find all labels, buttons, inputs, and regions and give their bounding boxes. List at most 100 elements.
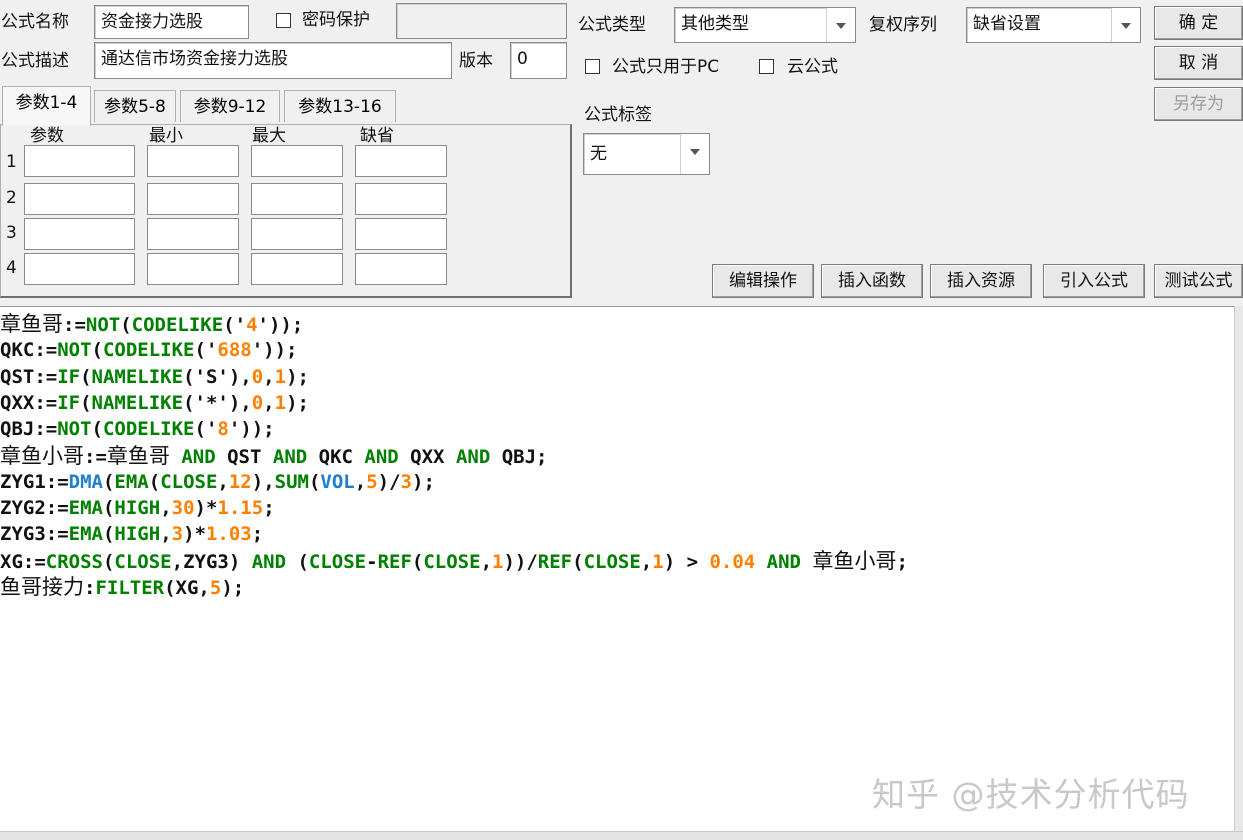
code-token: QXX:= xyxy=(0,391,58,414)
param-name-input[interactable] xyxy=(24,218,135,250)
code-token: ,ZYG3) xyxy=(171,550,252,573)
cloud-formula-checkbox[interactable] xyxy=(759,59,774,74)
version-label: 版本 xyxy=(459,51,493,71)
password-input[interactable] xyxy=(396,3,567,39)
code-token: CODELIKE xyxy=(102,339,195,362)
password-protect-checkbox[interactable] xyxy=(276,13,291,28)
chevron-down-icon[interactable] xyxy=(1111,8,1140,42)
tab-params-1-4[interactable]: 参数1-4 xyxy=(2,86,91,126)
chevron-down-icon[interactable] xyxy=(826,8,855,42)
formula-type-select[interactable]: 其他类型 xyxy=(674,7,856,43)
code-token: 章鱼小哥:=章鱼哥 xyxy=(0,443,170,468)
code-token: , xyxy=(160,523,172,546)
param-max-input[interactable] xyxy=(251,253,343,285)
code-token: CROSS xyxy=(45,550,103,573)
code-token: )/ xyxy=(377,470,401,493)
code-token: AND xyxy=(455,445,491,468)
param-default-input[interactable] xyxy=(355,218,447,250)
param-row-num: 1 xyxy=(6,152,17,172)
code-line: ZYG3:=EMA(HIGH,3)*1.03; xyxy=(0,521,263,547)
formula-desc-label: 公式描述 xyxy=(1,51,69,71)
code-token: SUM xyxy=(274,470,309,493)
tab-params-9-12[interactable]: 参数9-12 xyxy=(180,90,280,122)
version-input[interactable]: 0 xyxy=(510,42,567,79)
code-token: 0.04 xyxy=(709,550,756,573)
formula-name-input[interactable]: 资金接力选股 xyxy=(94,5,249,39)
password-protect-label: 密码保护 xyxy=(302,10,370,30)
code-token: (' xyxy=(223,314,247,336)
code-token: , xyxy=(160,497,172,520)
param-min-input[interactable] xyxy=(147,253,239,285)
code-token: NOT xyxy=(85,314,121,336)
code-token: 1 xyxy=(492,550,504,573)
code-token: ( xyxy=(80,391,92,414)
formula-code-editor[interactable]: 章鱼哥:=NOT(CODELIKE('4')); QKC:=NOT(CODELIK… xyxy=(0,306,1234,832)
code-token: AND xyxy=(364,445,399,468)
code-token: 3 xyxy=(400,470,412,493)
param-name-input[interactable] xyxy=(24,253,135,285)
code-token: QST:= xyxy=(0,365,58,388)
code-token: 1.03 xyxy=(205,523,252,546)
code-token: ); xyxy=(286,365,309,388)
code-token: ( xyxy=(102,523,115,546)
cancel-button[interactable]: 取 消 xyxy=(1154,46,1243,80)
param-min-input[interactable] xyxy=(147,218,239,250)
code-token: 1.15 xyxy=(217,497,264,520)
code-token: ( xyxy=(286,550,309,573)
formula-tag-value: 无 xyxy=(590,144,607,164)
param-default-input[interactable] xyxy=(355,145,447,177)
insert-resource-button[interactable]: 插入资源 xyxy=(930,264,1032,298)
param-col-min: 最小 xyxy=(149,126,183,146)
code-token: IF xyxy=(57,391,81,414)
param-default-input[interactable] xyxy=(355,183,447,215)
code-token: ))/ xyxy=(503,550,538,573)
editor-scrollbar[interactable] xyxy=(1234,306,1243,831)
save-as-button[interactable]: 另存为 xyxy=(1154,87,1243,121)
import-formula-button[interactable]: 引入公式 xyxy=(1043,264,1145,298)
rights-sequence-select[interactable]: 缺省设置 xyxy=(966,7,1141,43)
pc-only-checkbox[interactable] xyxy=(585,59,600,74)
param-max-input[interactable] xyxy=(251,145,343,177)
code-token: CLOSE xyxy=(308,550,367,573)
param-min-input[interactable] xyxy=(147,183,239,215)
formula-tag-select[interactable]: 无 xyxy=(583,133,710,175)
code-token: QKC xyxy=(307,445,365,468)
insert-function-button[interactable]: 插入函数 xyxy=(821,264,923,298)
code-token: REF xyxy=(537,550,573,573)
code-token: 3 xyxy=(171,523,184,546)
code-line: QKC:=NOT(CODELIKE('688')); xyxy=(0,337,297,363)
test-formula-button[interactable]: 测试公式 xyxy=(1154,264,1243,298)
edit-ops-button[interactable]: 编辑操作 xyxy=(712,264,814,298)
code-token: CLOSE xyxy=(114,550,172,573)
code-token: CODELIKE xyxy=(102,418,195,441)
code-token: 12 xyxy=(228,470,252,493)
code-line: 章鱼小哥:=章鱼哥 AND QST AND QKC AND QXX AND QB… xyxy=(0,443,547,470)
param-name-input[interactable] xyxy=(24,145,135,177)
code-token: ')); xyxy=(228,418,275,441)
code-token: NAMELIKE xyxy=(91,365,184,388)
tab-params-5-8[interactable]: 参数5-8 xyxy=(94,90,176,122)
formula-desc-input[interactable]: 通达信市场资金接力选股 xyxy=(94,42,452,79)
param-max-input[interactable] xyxy=(251,183,343,215)
code-token: CLOSE xyxy=(160,470,218,493)
param-default-input[interactable] xyxy=(355,253,447,285)
code-token: AND xyxy=(272,445,308,468)
code-token: ( xyxy=(91,339,103,362)
code-token: ('*'), xyxy=(183,391,252,414)
tab-params-13-16[interactable]: 参数13-16 xyxy=(284,90,396,122)
chevron-down-icon[interactable] xyxy=(680,134,709,174)
param-min-input[interactable] xyxy=(147,145,239,177)
code-token: ( xyxy=(572,550,584,573)
param-name-input[interactable] xyxy=(24,183,135,215)
code-token: QXX xyxy=(398,445,456,468)
param-max-input[interactable] xyxy=(251,218,343,250)
param-col-default: 缺省 xyxy=(360,126,394,146)
ok-button[interactable]: 确 定 xyxy=(1154,6,1243,40)
rights-sequence-label: 复权序列 xyxy=(869,15,937,35)
code-token: )* xyxy=(194,497,218,520)
code-token: ( xyxy=(80,365,92,388)
code-token: , xyxy=(217,470,229,493)
code-token: AND xyxy=(181,445,216,468)
code-token: 688 xyxy=(217,339,252,362)
code-token: CLOSE xyxy=(423,550,481,573)
